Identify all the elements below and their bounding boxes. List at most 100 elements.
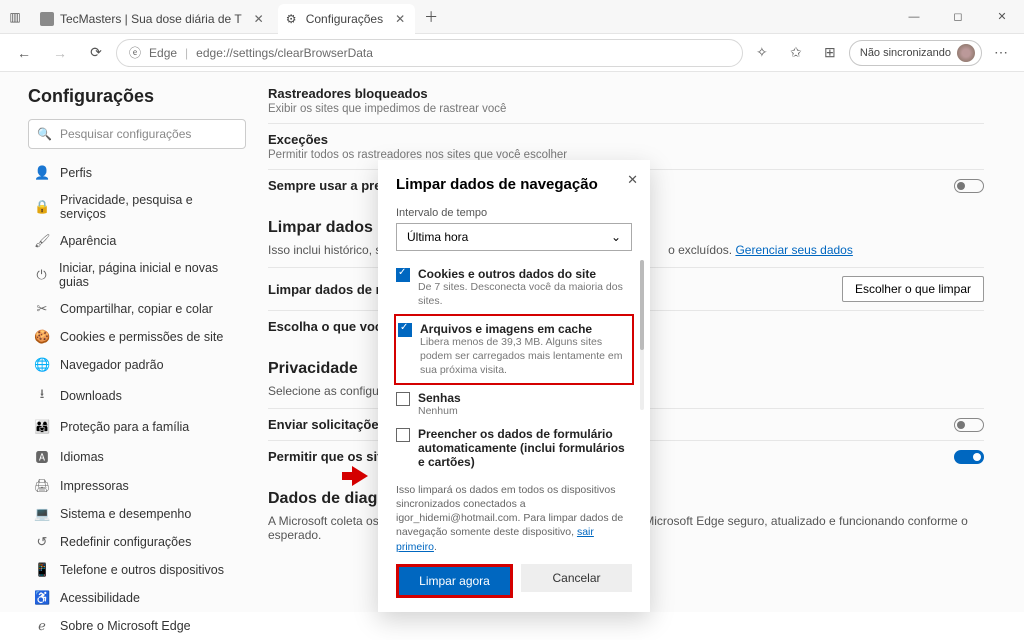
sidebar-item[interactable]: 🍪 Cookies e permissões de site — [28, 323, 246, 351]
search-placeholder: Pesquisar configurações — [60, 127, 191, 141]
sidebar-item-icon: 🔒 — [34, 199, 50, 215]
sidebar-item-label: Iniciar, página inicial e novas guias — [59, 261, 240, 289]
favicon-icon — [40, 12, 54, 26]
highlight-annotation: Arquivos e imagens em cacheLibera menos … — [394, 314, 634, 385]
sidebar-item-label: Sistema e desempenho — [60, 507, 191, 521]
checkbox-icon[interactable] — [398, 323, 412, 337]
tab-actions-icon[interactable]: ▥ — [0, 10, 30, 24]
dialog-close-button[interactable]: ✕ — [627, 172, 638, 188]
sidebar-item[interactable]: 🅰Idiomas — [28, 441, 246, 472]
more-menu-button[interactable]: ⋯ — [986, 38, 1016, 68]
sidebar-item-label: Telefone e outros dispositivos — [60, 563, 224, 577]
sidebar-item[interactable]: 🌐Navegador padrão — [28, 351, 246, 379]
close-icon[interactable]: ✕ — [395, 12, 405, 26]
time-range-dropdown[interactable]: Última hora ⌄ — [396, 223, 632, 251]
favorites-icon[interactable]: ✩ — [781, 38, 811, 68]
choose-what-to-clear-button[interactable]: Escolher o que limpar — [842, 276, 984, 302]
sidebar-item[interactable]: ⏻Iniciar, página inicial e novas guias — [28, 255, 246, 295]
checkbox-icon[interactable] — [396, 428, 410, 442]
sidebar-item[interactable]: ↺Redefinir configurações — [28, 528, 246, 556]
close-icon[interactable]: ✕ — [254, 12, 264, 26]
sidebar-item-icon: 🖨 — [34, 478, 50, 494]
sidebar-item-label: Proteção para a família — [60, 420, 189, 434]
settings-sidebar: Configurações 🔍 Pesquisar configurações … — [0, 72, 260, 612]
cancel-button[interactable]: Cancelar — [521, 564, 632, 592]
sidebar-item-icon: 📱 — [34, 562, 50, 578]
address-bar[interactable]: ⓔ Edge | edge://settings/clearBrowserDat… — [116, 39, 743, 67]
sidebar-item-icon: ↺ — [34, 534, 50, 550]
clear-now-row: Limpar dados de n — [268, 282, 384, 297]
dialog-title: Limpar dados de navegação — [396, 176, 632, 193]
cache-checkbox-row[interactable]: Arquivos e imagens em cacheLibera menos … — [398, 318, 630, 381]
tab-settings[interactable]: ⚙ Configurações ✕ — [278, 4, 415, 34]
sidebar-item-label: Acessibilidade — [60, 591, 140, 605]
strict-toggle[interactable] — [954, 179, 984, 193]
clear-browsing-data-dialog: ✕ Limpar dados de navegação Intervalo de… — [378, 160, 650, 612]
refresh-button[interactable]: ⟳ — [80, 38, 112, 68]
dialog-scrollbar[interactable] — [640, 260, 644, 410]
sidebar-item-icon: 🖌 — [34, 233, 50, 249]
address-url: edge://settings/clearBrowserData — [196, 46, 373, 60]
checkbox-icon[interactable] — [396, 392, 410, 406]
sidebar-item[interactable]: 🖨 Impressoras — [28, 472, 246, 500]
sidebar-item-label: Cookies e permissões de site — [60, 330, 223, 344]
browser-toolbar: ← → ⟳ ⓔ Edge | edge://settings/clearBrow… — [0, 34, 1024, 72]
sidebar-item-label: Aparência — [60, 234, 116, 248]
sidebar-item-icon: 🍪 — [34, 329, 50, 345]
back-button[interactable]: ← — [8, 38, 40, 68]
sidebar-item-icon: 💻 — [34, 506, 50, 522]
address-brand: Edge — [149, 46, 177, 60]
checkbox-icon[interactable] — [396, 268, 410, 282]
dnt-toggle[interactable] — [954, 418, 984, 432]
dnt-row: Enviar solicitaçõe — [268, 417, 379, 432]
gear-icon: ⚙ — [286, 12, 300, 26]
cookies-checkbox-row[interactable]: Cookies e outros dados do siteDe 7 sites… — [396, 263, 632, 312]
sidebar-item[interactable]: 💻 Sistema e desempenho — [28, 500, 246, 528]
allow-sites-toggle[interactable] — [954, 450, 984, 464]
exceptions-row[interactable]: Exceções — [268, 132, 984, 147]
sidebar-item[interactable]: ℯSobre o Microsoft Edge — [28, 612, 246, 640]
close-window-button[interactable]: ✕ — [980, 0, 1024, 34]
sidebar-item-icon: 👤 — [34, 165, 50, 181]
avatar-icon — [957, 44, 975, 62]
tab-label: Configurações — [306, 12, 383, 26]
profile-sync-button[interactable]: Não sincronizando — [849, 40, 982, 66]
sidebar-item-icon: ⭳ — [34, 385, 50, 407]
maximize-button[interactable]: ◻ — [936, 0, 980, 34]
sync-label: Não sincronizando — [860, 47, 951, 59]
highlight-annotation: Limpar agora — [396, 564, 513, 598]
clear-now-button[interactable]: Limpar agora — [399, 567, 510, 595]
chevron-down-icon: ⌄ — [611, 230, 621, 244]
sidebar-item-icon: 🅰 — [34, 447, 50, 466]
passwords-checkbox-row[interactable]: SenhasNenhum — [396, 387, 632, 423]
sidebar-item-label: Perfis — [60, 166, 92, 180]
shopping-icon[interactable]: ✧ — [747, 38, 777, 68]
sidebar-item[interactable]: 👤 Perfis — [28, 159, 246, 187]
allow-sites-row: Permitir que os sit — [268, 449, 381, 464]
autofill-checkbox-row[interactable]: Preencher os dados de formulário automat… — [396, 423, 632, 473]
strict-mode-row: Sempre usar a pre — [268, 178, 381, 193]
settings-search-input[interactable]: 🔍 Pesquisar configurações — [28, 119, 246, 149]
window-titlebar: ▥ TecMasters | Sua dose diária de T ✕ ⚙ … — [0, 0, 1024, 34]
sidebar-item-icon: ♿ — [34, 590, 50, 606]
sidebar-item[interactable]: 🖌 Aparência — [28, 227, 246, 255]
collections-icon[interactable]: ⊞ — [815, 38, 845, 68]
new-tab-button[interactable]: ＋ — [417, 7, 445, 27]
sidebar-item[interactable]: 🔒Privacidade, pesquisa e serviços — [28, 187, 246, 227]
time-range-label: Intervalo de tempo — [396, 207, 632, 219]
sidebar-item-label: Impressoras — [60, 479, 129, 493]
sidebar-item-label: Downloads — [60, 389, 122, 403]
sidebar-item[interactable]: ♿ Acessibilidade — [28, 584, 246, 612]
sidebar-item[interactable]: 👨‍👩‍👧Proteção para a família — [28, 413, 246, 441]
forward-button[interactable]: → — [44, 38, 76, 68]
arrow-annotation — [352, 466, 368, 486]
sidebar-item[interactable]: ⭳ Downloads — [28, 379, 246, 413]
sidebar-item[interactable]: 📱 Telefone e outros dispositivos — [28, 556, 246, 584]
sidebar-item-icon: ✂ — [34, 301, 50, 317]
manage-data-link[interactable]: Gerenciar seus dados — [735, 243, 852, 257]
sidebar-item[interactable]: ✂Compartilhar, copiar e colar — [28, 295, 246, 323]
minimize-button[interactable]: — — [892, 0, 936, 34]
tab-label: TecMasters | Sua dose diária de T — [60, 12, 242, 26]
trackers-blocked-row[interactable]: Rastreadores bloqueados — [268, 86, 984, 101]
tab-tecmasters[interactable]: TecMasters | Sua dose diária de T ✕ — [32, 4, 274, 34]
